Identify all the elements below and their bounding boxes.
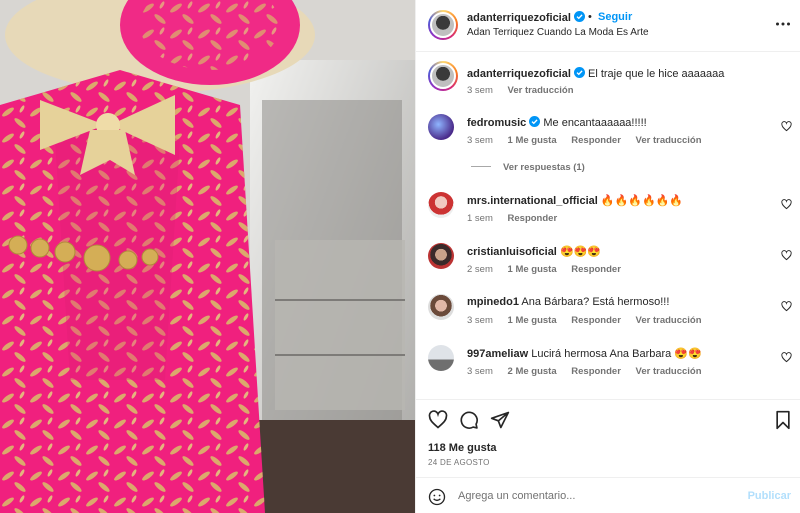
replies-divider — [471, 166, 491, 167]
like-comment-heart-icon[interactable] — [781, 199, 792, 210]
comment-bubble-icon[interactable] — [459, 410, 479, 430]
comment-input[interactable] — [458, 486, 728, 506]
reply-button[interactable]: Responder — [571, 135, 621, 146]
reply-button[interactable]: Responder — [571, 366, 621, 377]
likes-count[interactable]: 118 Me gusta — [428, 442, 496, 454]
save-bookmark-icon[interactable] — [773, 410, 793, 430]
comment-text-row: 997ameliaw Lucirá hermosa Ana Barbara 😍😍 — [467, 347, 702, 360]
like-comment-heart-icon[interactable] — [781, 352, 792, 363]
comment-likes[interactable]: 1 Me gusta — [508, 264, 557, 275]
comment-avatar[interactable] — [428, 243, 454, 269]
comment-avatar[interactable] — [428, 294, 454, 320]
post-header: adanterriquezoficial • Seguir Adan Terri… — [416, 0, 800, 52]
comment-text: Ana Bárbara? Está hermoso!!! — [521, 296, 670, 308]
comment-text: Lucirá hermosa Ana Barbara 😍😍 — [531, 348, 702, 360]
like-comment-heart-icon[interactable] — [781, 301, 792, 312]
caption-text: El traje que le hice aaaaaaa — [587, 68, 725, 80]
author-avatar[interactable] — [428, 10, 458, 40]
comment-item: mrs.international_official 🔥🔥🔥🔥🔥🔥 1 sem … — [416, 188, 800, 228]
author-username[interactable]: adanterriquezoficial — [467, 12, 571, 24]
reply-button[interactable]: Responder — [508, 213, 558, 224]
translate-link[interactable]: Ver traducción — [636, 135, 702, 146]
post-date: 24 DE AGOSTO — [428, 458, 490, 467]
comment-likes[interactable]: 1 Me gusta — [508, 135, 557, 146]
comment-likes[interactable]: 1 Me gusta — [508, 315, 557, 326]
comment-username[interactable]: fedromusic — [467, 117, 526, 129]
post-photo[interactable] — [0, 0, 415, 513]
translate-link[interactable]: Ver traducción — [636, 315, 702, 326]
post-actions: 118 Me gusta 24 DE AGOSTO — [416, 399, 800, 471]
like-comment-heart-icon[interactable] — [781, 250, 792, 261]
comment-item: cristianluisoficial 😍😍😍 2 sem 1 Me gusta… — [416, 239, 800, 279]
comment-avatar[interactable] — [428, 192, 454, 218]
caption-time[interactable]: 3 sem — [467, 85, 493, 96]
comment-text-row: fedromusic Me encantaaaaaa!!!!! — [467, 116, 647, 129]
comment-text-row: cristianluisoficial 😍😍😍 — [467, 245, 601, 258]
comment-meta: 2 sem 1 Me gusta Responder — [467, 264, 633, 275]
translate-link[interactable]: Ver traducción — [636, 366, 702, 377]
comment-meta: 3 sem 1 Me gusta Responder Ver traducció… — [467, 315, 714, 326]
follow-button[interactable]: Seguir — [598, 11, 632, 23]
comment-item: fedromusic Me encantaaaaaa!!!!! 3 sem 1 … — [416, 110, 800, 150]
comment-composer: Publicar — [416, 477, 800, 513]
comment-text-row: mrs.international_official 🔥🔥🔥🔥🔥🔥 — [467, 194, 683, 207]
share-paper-plane-icon[interactable] — [490, 410, 510, 430]
separator-dot: • — [588, 11, 592, 23]
verified-badge-icon — [529, 116, 541, 127]
comment-username[interactable]: 997ameliaw — [467, 348, 528, 360]
comment-time[interactable]: 2 sem — [467, 264, 493, 275]
comment-time[interactable]: 3 sem — [467, 366, 493, 377]
post-details-panel: adanterriquezoficial • Seguir Adan Terri… — [415, 0, 800, 513]
comment-time[interactable]: 1 sem — [467, 213, 493, 224]
caption-username[interactable]: adanterriquezoficial — [467, 68, 571, 80]
like-heart-icon[interactable] — [428, 410, 448, 430]
comment-avatar[interactable] — [428, 345, 454, 371]
comment-meta: 1 sem Responder — [467, 213, 569, 224]
comment-time[interactable]: 3 sem — [467, 315, 493, 326]
instagram-post-modal: adanterriquezoficial • Seguir Adan Terri… — [0, 0, 800, 513]
like-comment-heart-icon[interactable] — [781, 121, 792, 132]
comment-avatar[interactable] — [428, 114, 454, 140]
comment-likes[interactable]: 2 Me gusta — [508, 366, 557, 377]
caption-avatar[interactable] — [428, 61, 458, 91]
caption-meta: 3 sem Ver traducción — [467, 85, 586, 96]
comment-meta: 3 sem 2 Me gusta Responder Ver traducció… — [467, 366, 714, 377]
comment-text: 🔥🔥🔥🔥🔥🔥 — [600, 195, 684, 207]
caption-text-row: adanterriquezoficial El traje que le hic… — [467, 67, 724, 80]
post-caption: adanterriquezoficial El traje que le hic… — [416, 58, 800, 98]
reply-button[interactable]: Responder — [571, 264, 621, 275]
caption-translate-link[interactable]: Ver traducción — [508, 85, 574, 96]
comment-text-row: mpinedo1 Ana Bárbara? Está hermoso!!! — [467, 296, 669, 308]
comment-meta: 3 sem 1 Me gusta Responder Ver traducció… — [467, 135, 714, 146]
post-location[interactable]: Adan Terriquez Cuando La Moda Es Arte — [467, 27, 649, 38]
comment-time[interactable]: 3 sem — [467, 135, 493, 146]
publish-button[interactable]: Publicar — [748, 490, 791, 502]
emoji-smiley-icon[interactable] — [428, 488, 446, 506]
reply-button[interactable]: Responder — [571, 315, 621, 326]
comment-text: 😍😍😍 — [559, 246, 602, 258]
comment-item: 997ameliaw Lucirá hermosa Ana Barbara 😍😍… — [416, 341, 800, 381]
suit-photo-illustration — [0, 0, 415, 513]
comment-username[interactable]: mrs.international_official — [467, 195, 598, 207]
view-replies-button[interactable]: Ver respuestas (1) — [471, 162, 585, 173]
comment-username[interactable]: mpinedo1 — [467, 296, 519, 308]
comment-username[interactable]: cristianluisoficial — [467, 246, 557, 258]
view-replies-label: Ver respuestas (1) — [503, 162, 585, 173]
verified-badge-icon — [573, 67, 585, 78]
comment-text: Me encantaaaaaa!!!!! — [543, 117, 647, 129]
verified-badge-icon — [573, 11, 585, 22]
author-username-row[interactable]: adanterriquezoficial — [467, 11, 585, 24]
comment-item: mpinedo1 Ana Bárbara? Está hermoso!!! 3 … — [416, 290, 800, 330]
more-options-icon[interactable] — [775, 16, 791, 32]
